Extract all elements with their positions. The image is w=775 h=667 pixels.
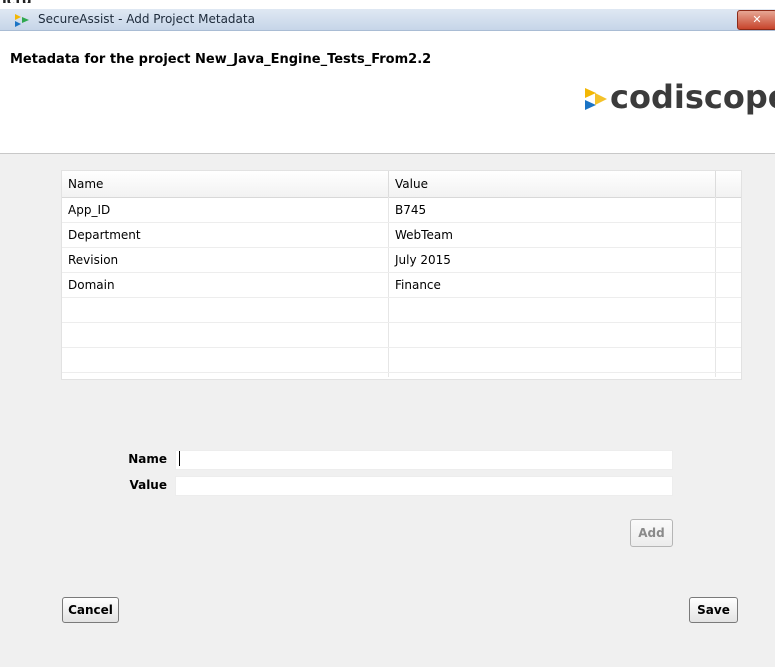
codiscope-logo-icon bbox=[585, 88, 607, 110]
table-row[interactable]: Domain Finance bbox=[62, 273, 741, 298]
table-row[interactable]: Revision July 2015 bbox=[62, 248, 741, 273]
table-cell-name: Department bbox=[68, 228, 141, 242]
metadata-table: Name Value App_ID B745 Department WebTea… bbox=[61, 170, 742, 380]
cancel-button[interactable]: Cancel bbox=[62, 597, 119, 623]
table-cell-value: Finance bbox=[395, 278, 441, 292]
table-cell-value: July 2015 bbox=[395, 253, 451, 267]
save-button[interactable]: Save bbox=[689, 597, 738, 623]
table-row[interactable]: App_ID B745 bbox=[62, 198, 741, 223]
table-cell-name: Domain bbox=[68, 278, 115, 292]
secureassist-app-icon bbox=[15, 14, 29, 27]
top-clipped-text: ictu bbox=[0, 0, 122, 3]
window-title: SecureAssist - Add Project Metadata bbox=[38, 12, 255, 26]
column-header-name[interactable]: Name bbox=[62, 171, 389, 197]
name-input[interactable] bbox=[175, 450, 673, 470]
codiscope-logo-text: codiscope bbox=[610, 78, 775, 116]
text-cursor bbox=[179, 451, 180, 466]
add-button[interactable]: Add bbox=[630, 519, 673, 547]
dialog-heading: Metadata for the project New_Java_Engine… bbox=[10, 52, 432, 67]
value-input[interactable] bbox=[175, 476, 673, 496]
empty-table-row bbox=[62, 298, 741, 323]
table-cell-name: Revision bbox=[68, 253, 119, 267]
table-cell-name: App_ID bbox=[68, 203, 111, 217]
value-field-label: Value bbox=[129, 478, 167, 492]
window-close-button[interactable]: ✕ bbox=[737, 10, 775, 30]
name-field-label: Name bbox=[128, 452, 167, 466]
empty-table-row bbox=[62, 323, 741, 348]
table-cell-value: WebTeam bbox=[395, 228, 453, 242]
empty-table-row bbox=[62, 348, 741, 373]
table-row[interactable]: Department WebTeam bbox=[62, 223, 741, 248]
table-header-row: Name Value bbox=[62, 171, 741, 198]
column-header-value[interactable]: Value bbox=[389, 171, 716, 197]
table-cell-value: B745 bbox=[395, 203, 427, 217]
